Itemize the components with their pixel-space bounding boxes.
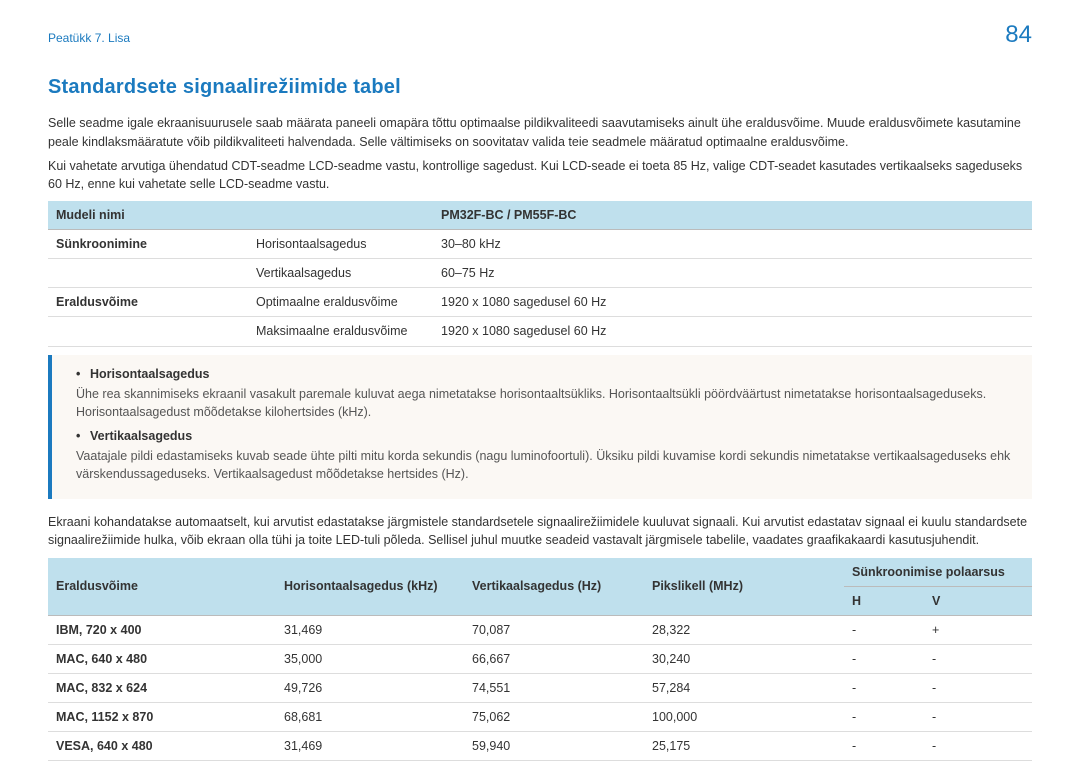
signal-th-resolution: Eraldusvõime [48,558,276,616]
spec-table-row: EraldusvõimeOptimaalne eraldusvõime1920 … [48,288,1032,317]
definition-term: Horisontaalsagedus [76,365,1014,383]
signal-th-pixelclock: Pikslikell (MHz) [644,558,844,616]
signal-table-cell: - [844,674,924,703]
spec-table-cell: 1920 x 1080 sagedusel 60 Hz [433,317,1032,346]
definition-box: Horisontaalsagedus Ühe rea skannimiseks e… [48,355,1032,500]
signal-table-row: IBM, 720 x 40031,46970,08728,322-+ [48,615,1032,644]
signal-table-cell: 74,551 [464,674,644,703]
spec-table-cell: Eraldusvõime [48,288,248,317]
definition-item: Horisontaalsagedus Ühe rea skannimiseks e… [76,365,1014,421]
breadcrumb: Peatükk 7. Lisa [48,30,1032,47]
definition-term: Vertikaalsagedus [76,427,1014,445]
definition-text: Vaatajale pildi edastamiseks kuvab seade… [76,447,1014,483]
signal-th-h: H [844,586,924,615]
spec-table-head-model-label: Mudeli nimi [48,201,248,230]
definition-item: Vertikaalsagedus Vaatajale pildi edastami… [76,427,1014,483]
signal-table-cell: - [924,703,1032,732]
signal-table-cell: 31,469 [276,732,464,761]
signal-table-cell: 68,681 [276,703,464,732]
signal-table-cell: + [924,615,1032,644]
page-container: Peatükk 7. Lisa 84 Standardsete signaali… [0,0,1080,763]
spec-table-cell [48,259,248,288]
spec-table-head-model-value: PM32F-BC / PM55F-BC [433,201,1032,230]
signal-table-cell: VESA, 640 x 480 [48,732,276,761]
spec-table-cell: Horisontaalsagedus [248,230,433,259]
signal-table-cell: - [924,732,1032,761]
spec-table-row: Maksimaalne eraldusvõime1920 x 1080 sage… [48,317,1032,346]
signal-table-row: MAC, 832 x 62449,72674,55157,284-- [48,674,1032,703]
section-title: Standardsete signaalirežiimide tabel [48,73,1032,102]
signal-table-cell: 70,087 [464,615,644,644]
signal-table-cell: - [924,674,1032,703]
spec-table-cell: 30–80 kHz [433,230,1032,259]
spec-table-cell: Maksimaalne eraldusvõime [248,317,433,346]
signal-table-cell: 59,940 [464,732,644,761]
signal-table-cell: 25,175 [644,732,844,761]
signal-th-v: V [924,586,1032,615]
signal-table-cell: IBM, 720 x 400 [48,615,276,644]
spec-table-cell: Sünkroonimine [48,230,248,259]
signal-th-vfreq: Vertikaalsagedus (Hz) [464,558,644,616]
signal-table-cell: 49,726 [276,674,464,703]
intro-paragraph-1: Selle seadme igale ekraanisuurusele saab… [48,114,1032,150]
signal-th-hfreq: Horisontaalsagedus (kHz) [276,558,464,616]
signal-table-row: VESA, 640 x 48031,46959,94025,175-- [48,732,1032,761]
signal-table-cell: 30,240 [644,644,844,673]
signal-table-cell: 35,000 [276,644,464,673]
spec-table-row: Vertikaalsagedus60–75 Hz [48,259,1032,288]
signal-table-cell: MAC, 1152 x 870 [48,703,276,732]
spec-table-cell [48,317,248,346]
signal-table: Eraldusvõime Horisontaalsagedus (kHz) Ve… [48,558,1032,762]
signal-table-cell: - [844,644,924,673]
spec-table-cell: 1920 x 1080 sagedusel 60 Hz [433,288,1032,317]
signal-table-cell: 75,062 [464,703,644,732]
signal-table-cell: 66,667 [464,644,644,673]
spec-table: Mudeli nimi PM32F-BC / PM55F-BC Sünkroon… [48,201,1032,347]
signal-table-cell: MAC, 832 x 624 [48,674,276,703]
definition-text: Ühe rea skannimiseks ekraanil vasakult p… [76,385,1014,421]
spec-table-cell: 60–75 Hz [433,259,1032,288]
spec-table-head-spacer [248,201,433,230]
signal-table-cell: 28,322 [644,615,844,644]
signal-table-cell: - [844,732,924,761]
signal-table-cell: 57,284 [644,674,844,703]
signal-table-cell: - [844,615,924,644]
spec-table-row: SünkroonimineHorisontaalsagedus30–80 kHz [48,230,1032,259]
signal-table-row: MAC, 1152 x 87068,68175,062100,000-- [48,703,1032,732]
mid-paragraph: Ekraani kohandatakse automaatselt, kui a… [48,513,1032,549]
signal-table-cell: MAC, 640 x 480 [48,644,276,673]
signal-table-cell: - [844,703,924,732]
signal-table-cell: 100,000 [644,703,844,732]
signal-th-polarity: Sünkroonimise polaarsus [844,558,1032,587]
spec-table-cell: Optimaalne eraldusvõime [248,288,433,317]
signal-table-row: MAC, 640 x 48035,00066,66730,240-- [48,644,1032,673]
signal-table-cell: 31,469 [276,615,464,644]
page-number: 84 [1005,18,1032,53]
signal-table-cell: - [924,644,1032,673]
spec-table-cell: Vertikaalsagedus [248,259,433,288]
intro-paragraph-2: Kui vahetate arvutiga ühendatud CDT-sead… [48,157,1032,193]
